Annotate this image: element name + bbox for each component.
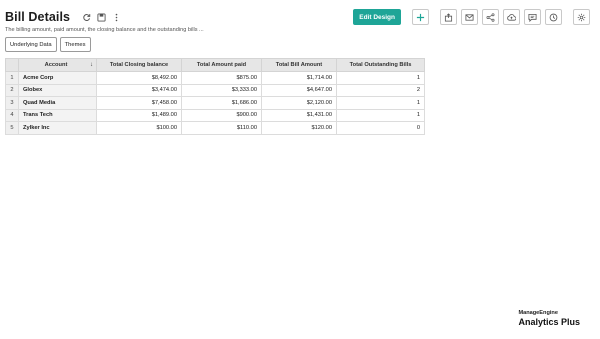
outstanding-bills-cell: 1 xyxy=(336,108,425,122)
closing-balance-cell: $3,474.00 xyxy=(96,83,182,97)
amount-paid-cell: $900.00 xyxy=(181,108,262,122)
refresh-icon[interactable] xyxy=(82,13,91,22)
bill-amount-cell: $1,714.00 xyxy=(261,71,337,85)
outstanding-bills-cell: 1 xyxy=(336,96,425,110)
view-tabs: Underlying Data Themes xyxy=(5,37,91,52)
amount-paid-cell: $875.00 xyxy=(181,71,262,85)
underlying-data-tab[interactable]: Underlying Data xyxy=(5,37,57,52)
row-index: 4 xyxy=(5,108,19,122)
table-row[interactable]: 5 Zylker Inc $100.00 $110.00 $120.00 0 xyxy=(5,121,425,135)
email-icon[interactable] xyxy=(461,9,478,25)
sort-arrow-icon[interactable]: ↓ xyxy=(90,62,93,68)
amount-paid-cell: $1,686.00 xyxy=(181,96,262,110)
row-index: 5 xyxy=(5,121,19,135)
plus-icon[interactable] xyxy=(412,9,429,25)
publish-icon[interactable] xyxy=(503,9,520,25)
more-options-icon[interactable] xyxy=(112,13,121,22)
row-index: 1 xyxy=(5,71,19,85)
closing-balance-cell: $100.00 xyxy=(96,121,182,135)
bill-amount-cell: $4,647.00 xyxy=(261,83,337,97)
column-header-label: Account xyxy=(44,62,68,68)
toolbar: Edit Design xyxy=(353,9,590,25)
closing-balance-cell: $1,489.00 xyxy=(96,108,182,122)
closing-balance-cell: $7,458.00 xyxy=(96,96,182,110)
account-cell: Zylker Inc xyxy=(18,121,97,135)
bill-amount-cell: $120.00 xyxy=(261,121,337,135)
save-icon[interactable] xyxy=(97,12,106,22)
column-header-closing-balance[interactable]: Total Closing balance xyxy=(96,58,182,72)
amount-paid-cell: $110.00 xyxy=(181,121,262,135)
account-cell: Acme Corp xyxy=(18,71,97,85)
row-index-header xyxy=(5,58,19,72)
column-header-amount-paid[interactable]: Total Amount paid xyxy=(181,58,262,72)
share-icon[interactable] xyxy=(482,9,499,25)
account-cell: Globex xyxy=(18,83,97,97)
settings-icon[interactable] xyxy=(573,9,590,25)
column-header-account[interactable]: Account ↓ xyxy=(18,58,97,72)
table-row[interactable]: 2 Globex $3,474.00 $3,333.00 $4,647.00 2 xyxy=(5,83,425,97)
outstanding-bills-cell: 0 xyxy=(336,121,425,135)
page-title: Bill Details xyxy=(5,10,71,24)
comment-icon[interactable] xyxy=(524,9,541,25)
outstanding-bills-cell: 2 xyxy=(336,83,425,97)
table-row[interactable]: 3 Quad Media $7,458.00 $1,686.00 $2,120.… xyxy=(5,96,425,110)
table-row[interactable]: 4 Trans Tech $1,489.00 $900.00 $1,431.00… xyxy=(5,108,425,122)
bill-amount-cell: $2,120.00 xyxy=(261,96,337,110)
bill-amount-cell: $1,431.00 xyxy=(261,108,337,122)
account-cell: Quad Media xyxy=(18,96,97,110)
schedule-icon[interactable] xyxy=(545,9,562,25)
row-index: 2 xyxy=(5,83,19,97)
page-subtitle: The billing amount, paid amount, the clo… xyxy=(5,27,204,33)
bill-details-table: Account ↓ Total Closing balance Total Am… xyxy=(5,58,425,135)
themes-tab[interactable]: Themes xyxy=(59,37,91,52)
row-index: 3 xyxy=(5,96,19,110)
column-header-bill-amount[interactable]: Total Bill Amount xyxy=(261,58,337,72)
outstanding-bills-cell: 1 xyxy=(336,71,425,85)
column-header-outstanding-bills[interactable]: Total Outstanding Bills xyxy=(336,58,425,72)
closing-balance-cell: $8,492.00 xyxy=(96,71,182,85)
brand-logo: ManageEngine Analytics Plus xyxy=(518,310,580,327)
export-icon[interactable] xyxy=(440,9,457,25)
brand-company: ManageEngine xyxy=(518,310,558,316)
table-header-row: Account ↓ Total Closing balance Total Am… xyxy=(5,58,425,72)
account-cell: Trans Tech xyxy=(18,108,97,122)
edit-design-button[interactable]: Edit Design xyxy=(353,9,401,25)
table-row[interactable]: 1 Acme Corp $8,492.00 $875.00 $1,714.00 … xyxy=(5,71,425,85)
brand-product: Analytics Plus xyxy=(518,317,580,327)
amount-paid-cell: $3,333.00 xyxy=(181,83,262,97)
